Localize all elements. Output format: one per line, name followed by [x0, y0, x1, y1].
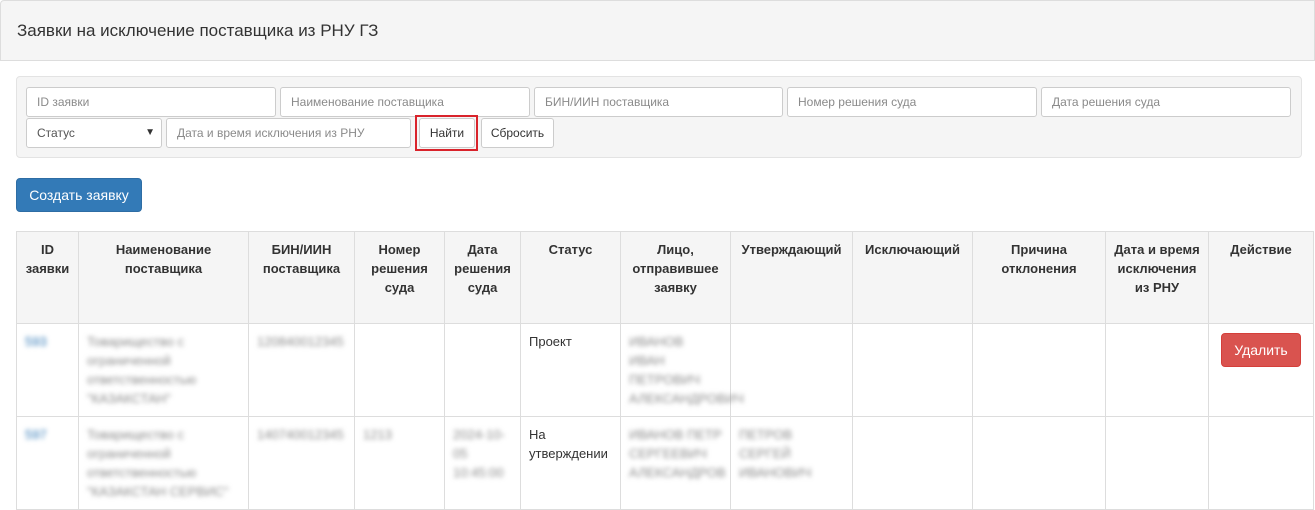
cell-approver: ПЕТРОВ СЕРГЕЙ ИВАНОВИЧ [730, 416, 853, 510]
table-header-row: ID заявки Наименование поставщика БИН/ИИ… [16, 231, 1314, 324]
filter-status-select[interactable]: Статус ▼ [26, 118, 162, 148]
col-header-id[interactable]: ID заявки [16, 231, 79, 324]
cell-sender: ИВАНОВ ИВАН ПЕТРОВИЧ АЛЕКСАНДРОВИЧ [620, 323, 744, 417]
cell-bin: 120840012345 [248, 323, 355, 417]
filter-exclusion-datetime-input[interactable] [166, 118, 411, 148]
filter-decision-number-input[interactable] [787, 87, 1037, 117]
reset-button[interactable]: Сбросить [481, 118, 554, 148]
col-header-status[interactable]: Статус [520, 231, 621, 324]
table-row: 597 Товарищество с ограниченной ответств… [16, 416, 1314, 510]
col-header-supplier[interactable]: Наименование поставщика [78, 231, 249, 324]
filter-id-input[interactable] [26, 87, 276, 117]
create-request-button[interactable]: Создать заявку [16, 178, 142, 212]
find-button[interactable]: Найти [419, 118, 475, 148]
page-header: Заявки на исключение поставщика из РНУ Г… [0, 0, 1315, 61]
col-header-exclusion-datetime[interactable]: Дата и время исключения из РНУ [1105, 231, 1209, 324]
cell-reject-reason [972, 323, 1106, 417]
request-id-link[interactable]: 593 [25, 334, 47, 349]
col-header-decision-date[interactable]: Дата решения суда [444, 231, 521, 324]
col-header-action: Действие [1208, 231, 1314, 324]
table-row: 593 Товарищество с ограниченной ответств… [16, 323, 1314, 417]
col-header-bin[interactable]: БИН/ИИН поставщика [248, 231, 355, 324]
request-id-link[interactable]: 597 [25, 427, 47, 442]
cell-sender: ИВАНОВ ПЕТР СЕРГЕЕВИЧ АЛЕКСАНДРОВ [620, 416, 731, 510]
filter-bin-input[interactable] [534, 87, 783, 117]
col-header-decision-number[interactable]: Номер решения суда [354, 231, 445, 324]
cell-decision-number [354, 323, 445, 417]
cell-reject-reason [972, 416, 1106, 510]
cell-excluder [852, 323, 973, 417]
cell-decision-number: 1213 [354, 416, 445, 510]
cell-decision-date: 2024-10-05 10:45:00 [444, 416, 521, 510]
cell-exclusion-datetime [1105, 416, 1209, 510]
filter-decision-date-input[interactable] [1041, 87, 1291, 117]
cell-decision-date [444, 323, 521, 417]
cell-bin: 140740012345 [248, 416, 355, 510]
cell-excluder [852, 416, 973, 510]
cell-approver [730, 323, 853, 417]
cell-id[interactable]: 593 [16, 323, 79, 417]
cell-supplier: Товарищество с ограниченной ответственно… [78, 416, 249, 510]
status-select-value: Статус [37, 126, 75, 140]
page-title: Заявки на исключение поставщика из РНУ Г… [17, 21, 379, 40]
col-header-excluder[interactable]: Исключающий [852, 231, 973, 324]
cell-action: Удалить [1208, 323, 1314, 417]
cell-supplier: Товарищество с ограниченной ответственно… [78, 323, 249, 417]
col-header-sender[interactable]: Лицо, отправившее заявку [620, 231, 731, 324]
delete-button[interactable]: Удалить [1221, 333, 1301, 367]
col-header-reject-reason[interactable]: Причина отклонения [972, 231, 1106, 324]
filter-supplier-name-input[interactable] [280, 87, 530, 117]
col-header-approver[interactable]: Утверждающий [730, 231, 853, 324]
cell-exclusion-datetime [1105, 323, 1209, 417]
cell-id[interactable]: 597 [16, 416, 79, 510]
cell-action [1208, 416, 1314, 510]
cell-status: Проект [520, 323, 621, 417]
chevron-down-icon: ▼ [145, 127, 155, 138]
requests-table: ID заявки Наименование поставщика БИН/ИИ… [16, 231, 1314, 510]
cell-status: На утверждении [520, 416, 621, 510]
